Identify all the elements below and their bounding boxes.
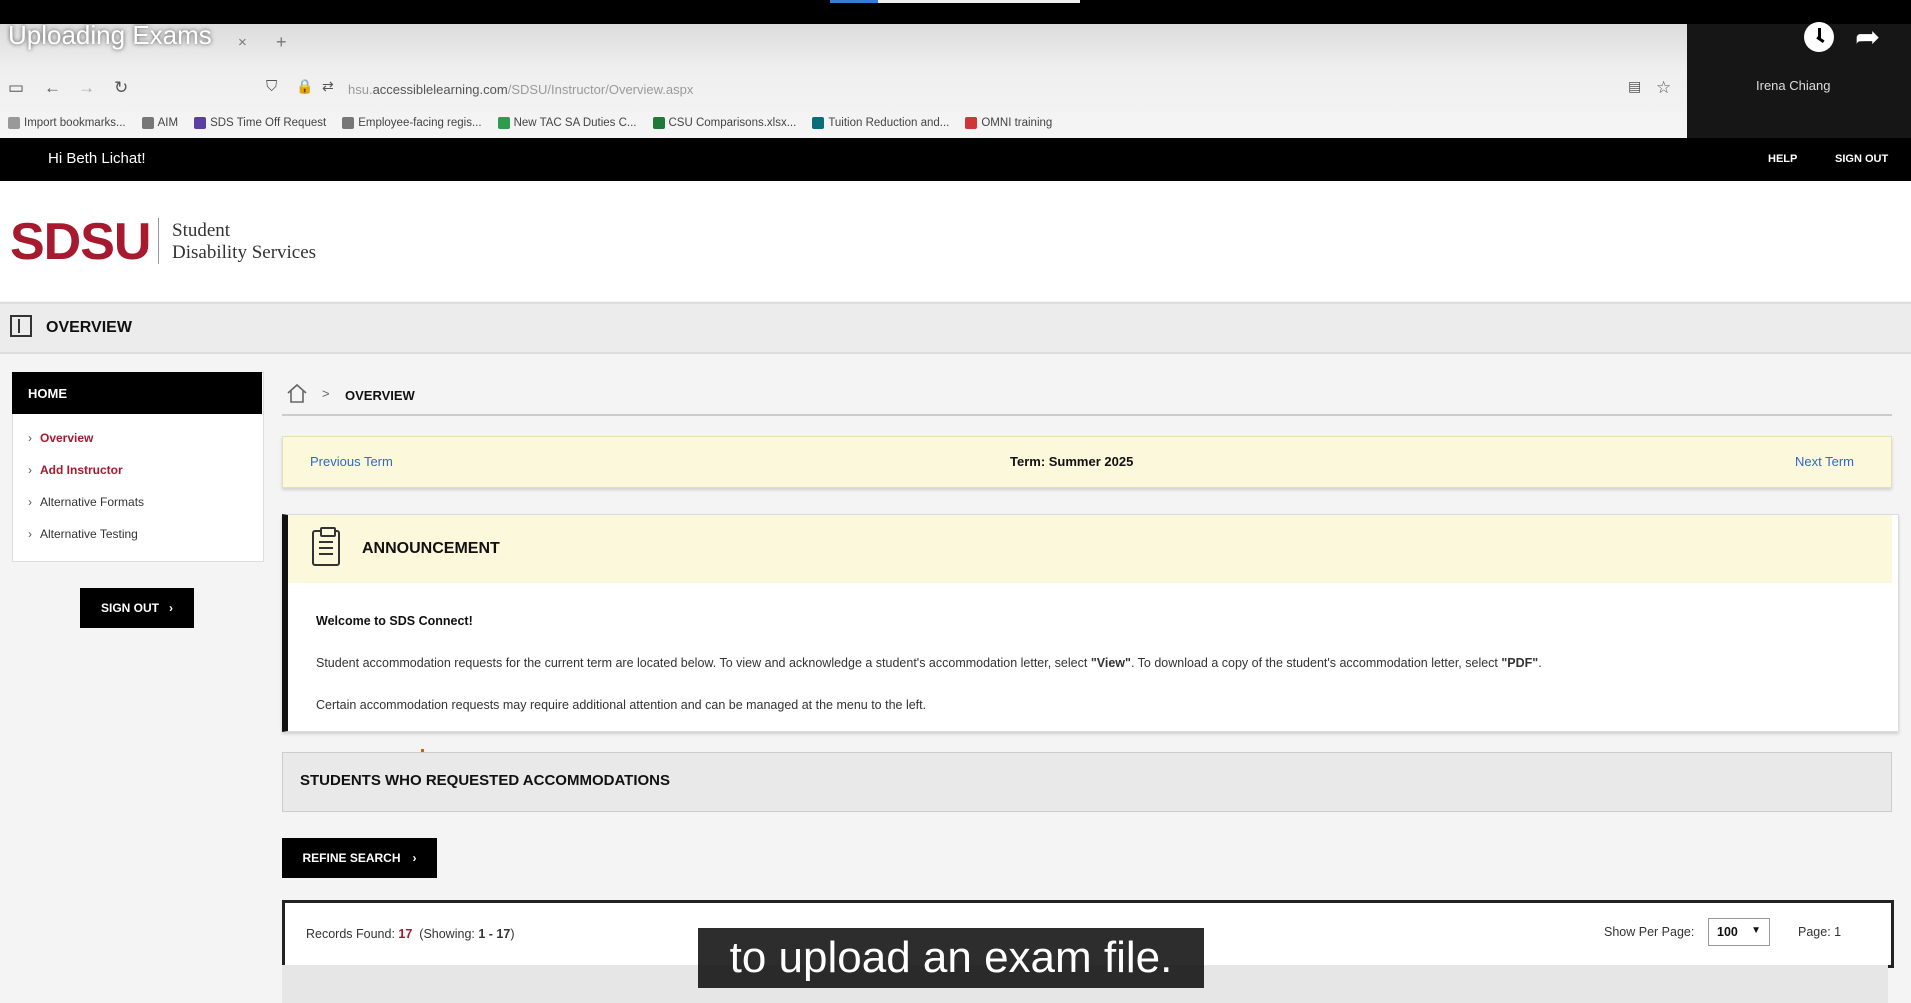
announcement-welcome: Welcome to SDS Connect! [316, 614, 473, 628]
bookmark-item[interactable]: Import bookmarks... [8, 114, 126, 132]
home-icon[interactable] [286, 382, 308, 404]
sign-out-link[interactable]: SIGN OUT [1835, 153, 1888, 165]
bookmark-icon [652, 117, 665, 129]
breadcrumb-separator-icon: > [322, 386, 330, 401]
logo-subtitle-line1: Student [172, 220, 231, 241]
chevron-right-icon: › [412, 851, 417, 865]
bookmark-item[interactable]: Employee-facing regis... [342, 114, 482, 132]
logo-divider [158, 218, 159, 264]
sidebar-item-alternative-formats[interactable]: › Alternative Formats [28, 495, 144, 509]
shield-icon[interactable]: ⛉ [266, 78, 277, 95]
breadcrumb-divider [282, 414, 1892, 416]
bookmark-item[interactable]: Tuition Reduction and... [812, 114, 949, 132]
refine-search-button[interactable]: REFINE SEARCH › [282, 838, 437, 878]
bookmark-star-icon[interactable]: ☆ [1656, 78, 1671, 98]
reader-view-icon[interactable]: ▤ [1628, 78, 1641, 95]
page-indicator: Page: 1 [1798, 925, 1842, 939]
logo-area [0, 181, 1911, 301]
video-top-bar [0, 0, 1911, 24]
participant-name: Irena Chiang [1756, 78, 1831, 93]
announcement-paragraph-1: Student accommodation requests for the c… [316, 656, 1542, 670]
chevron-right-icon: › [28, 431, 32, 445]
greeting-text: Hi Beth Lichat! [48, 150, 146, 167]
address-bar[interactable]: hsu.accessiblelearning.com/SDSU/Instruct… [348, 82, 693, 97]
bookmark-icon [965, 117, 978, 129]
announcement-paragraph-2: Certain accommodation requests may requi… [316, 698, 927, 712]
chevron-right-icon: › [28, 495, 32, 509]
announcement-title: ANNOUNCEMENT [362, 540, 500, 557]
sidebar-toggle-icon[interactable]: ▭ [8, 78, 24, 98]
lock-icon[interactable]: 🔒 [296, 78, 313, 95]
share-icon[interactable]: ➦ [1855, 20, 1880, 55]
bookmark-icon [497, 117, 510, 129]
logo-subtitle-line2: Disability Services [172, 242, 317, 263]
sidebar-sign-out-button[interactable]: SIGN OUT › [80, 588, 194, 628]
show-per-page-label: Show Per Page: [1604, 925, 1695, 939]
bookmark-icon [8, 117, 20, 129]
close-tab-icon[interactable]: × [238, 34, 247, 51]
chevron-down-icon: ▼ [1751, 925, 1761, 936]
forward-icon[interactable]: → [78, 78, 95, 98]
video-caption: to upload an exam file. [698, 928, 1204, 988]
records-found: Records Found: 17 (Showing: 1 - 17) [306, 927, 515, 941]
bookmark-item[interactable]: AIM [141, 114, 178, 132]
permissions-icon[interactable]: ⇄ [322, 78, 334, 95]
clipboard-icon [312, 527, 340, 566]
sidebar-item-add-instructor[interactable]: › Add Instructor [28, 463, 123, 477]
previous-term-link[interactable]: Previous Term [310, 454, 393, 469]
bookmark-item[interactable]: SDS Time Off Request [194, 114, 326, 132]
chevron-right-icon: › [28, 527, 32, 541]
bookmarks-bar: Import bookmarks... AIM SDS Time Off Reque… [8, 114, 1052, 132]
reload-icon[interactable]: ↻ [114, 78, 128, 98]
watch-later-icon[interactable] [1804, 22, 1834, 52]
bookmark-item[interactable]: CSU Comparisons.xlsx... [652, 114, 796, 132]
students-section-title: STUDENTS WHO REQUESTED ACCOMMODATIONS [300, 772, 670, 789]
video-title: Uploading Exams [8, 20, 212, 50]
sidebar-item-overview[interactable]: › Overview [28, 431, 93, 445]
sdsu-logo[interactable]: SDSU [10, 212, 151, 272]
panel-toggle-icon[interactable] [10, 315, 32, 337]
bookmark-icon [141, 117, 154, 129]
help-link[interactable]: HELP [1768, 153, 1797, 165]
overview-bar [0, 302, 1911, 354]
announcement-header [288, 515, 1892, 583]
breadcrumb-current: OVERVIEW [345, 388, 415, 403]
site-header [0, 138, 1911, 181]
bookmark-icon [812, 117, 825, 129]
bookmark-icon [194, 117, 207, 129]
per-page-select[interactable]: 100 ▼ [1708, 918, 1770, 946]
video-progress[interactable] [830, 0, 1080, 3]
current-term: Term: Summer 2025 [1010, 454, 1134, 469]
bookmark-icon [342, 117, 355, 129]
bookmark-item[interactable]: OMNI training [965, 114, 1052, 132]
back-icon[interactable]: ← [44, 78, 61, 98]
new-tab-icon[interactable]: + [276, 32, 287, 53]
bookmark-item[interactable]: New TAC SA Duties C... [497, 114, 637, 132]
page-title: OVERVIEW [46, 319, 132, 336]
chevron-right-icon: › [169, 601, 173, 615]
next-term-link[interactable]: Next Term [1795, 454, 1854, 469]
sidebar-item-alternative-testing[interactable]: › Alternative Testing [28, 527, 138, 541]
chevron-right-icon: › [28, 463, 32, 477]
sidebar-heading-label: HOME [28, 386, 67, 401]
